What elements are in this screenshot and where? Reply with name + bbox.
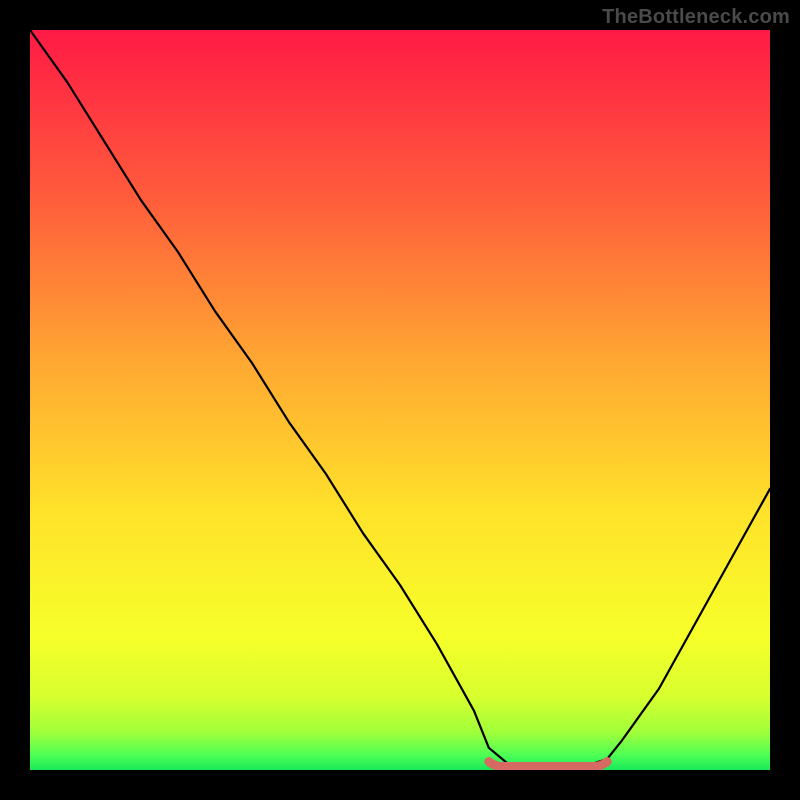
gradient-background [30, 30, 770, 770]
watermark-text: TheBottleneck.com [602, 6, 790, 29]
highlight-band [489, 762, 607, 767]
chart-svg [30, 30, 770, 770]
chart-frame [30, 30, 770, 770]
plot-area [30, 30, 770, 770]
